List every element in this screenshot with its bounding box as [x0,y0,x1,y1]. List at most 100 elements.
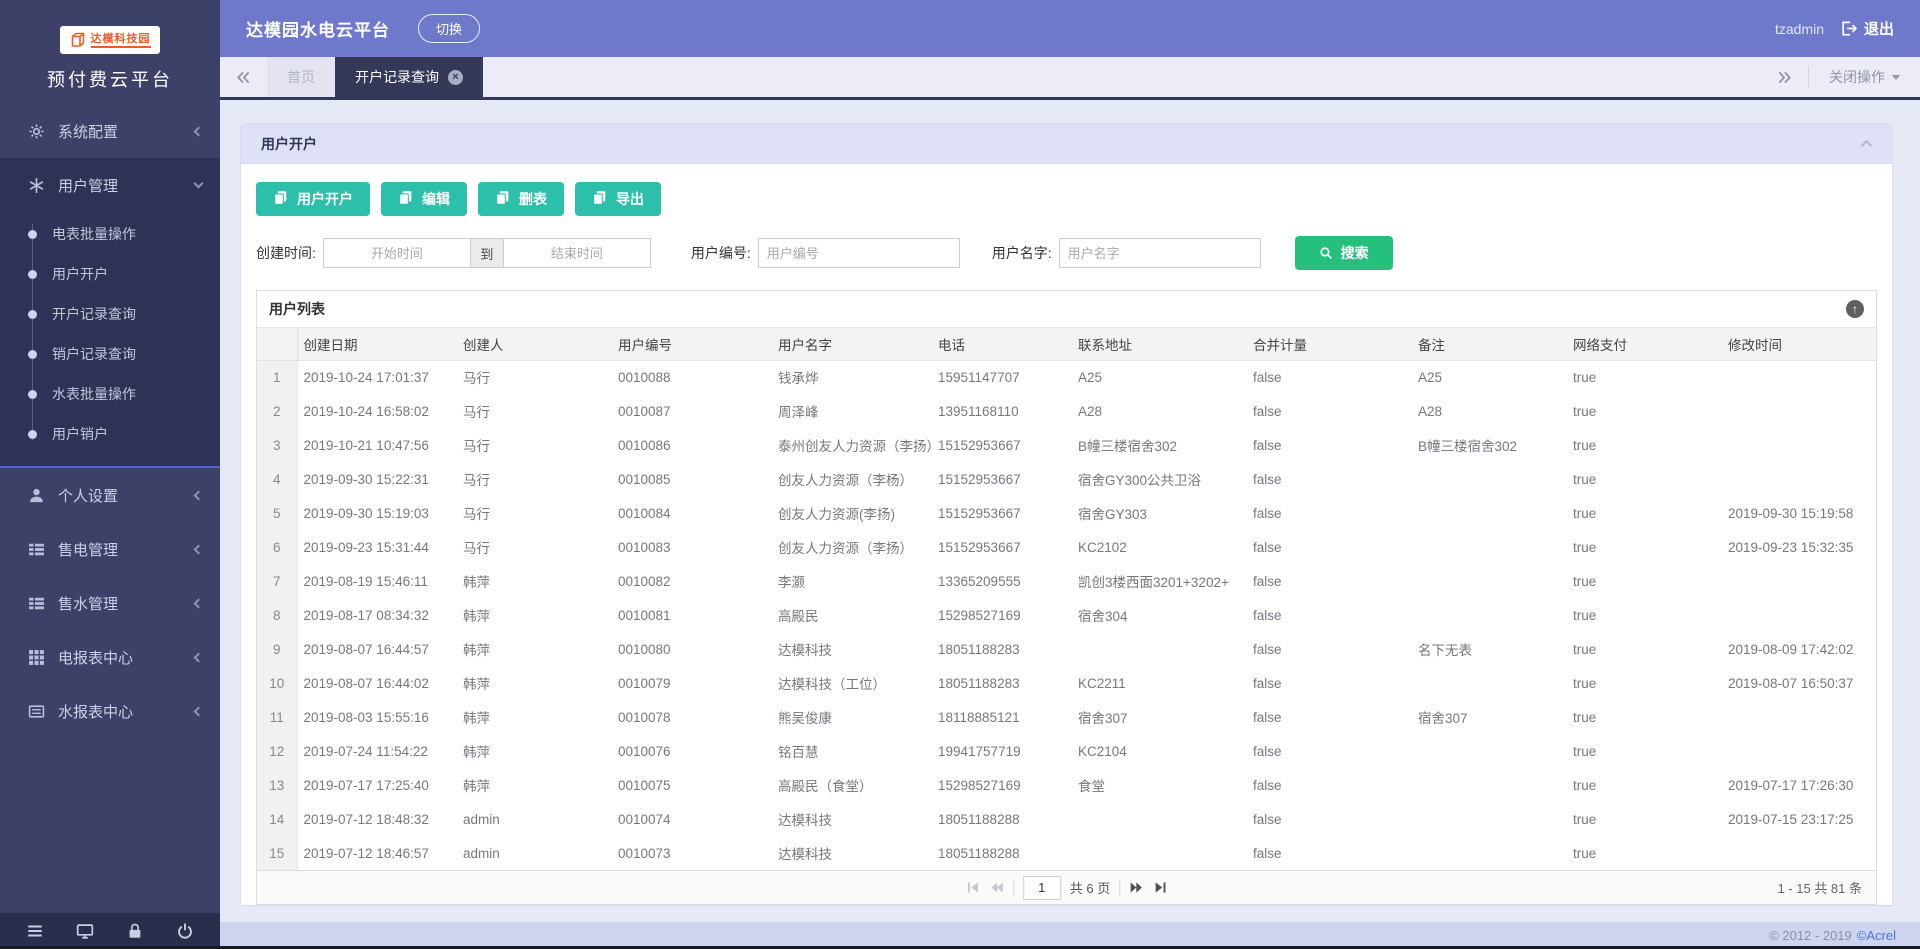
monitor-icon[interactable] [76,922,94,940]
gear-icon [28,123,45,140]
column-header[interactable]: 电话 [932,328,1072,361]
column-header[interactable]: 创建人 [457,328,612,361]
sidebar-item[interactable]: 系统配置 [0,104,220,158]
scroll-tabs-left-icon[interactable] [220,57,267,97]
user-name-input[interactable] [1058,238,1261,268]
last-page-icon[interactable] [1153,880,1168,895]
next-page-icon[interactable] [1129,880,1144,895]
toolbar-button[interactable]: 导出 [575,182,661,216]
table-row[interactable]: 1 2019-10-24 17:01:37 马行 0010088 钱承烨 15951147… [257,360,1876,394]
sidebar-subitem[interactable]: 用户销户 [0,414,220,454]
table-cell [1722,360,1876,394]
column-header[interactable]: 备注 [1412,328,1567,361]
created-time-label: 创建时间: [256,245,316,261]
content-area: 用户开户 用户开户编辑删表导出 创建时间: 到 用户编号: 用户名字: [220,100,1920,922]
table-row[interactable]: 13 2019-07-17 17:25:40 韩萍 0010075 高殿民（食堂） 152… [257,768,1876,802]
column-header[interactable]: 合并计量 [1247,328,1412,361]
sidebar-subitem[interactable]: 电表批量操作 [0,214,220,254]
column-header[interactable]: 联系地址 [1072,328,1247,361]
table-cell [1412,462,1567,496]
sidebar-item[interactable]: 个人设置 [0,468,220,522]
table-row[interactable]: 4 2019-09-30 15:22:31 马行 0010085 创友人力资源（李杨） 1… [257,462,1876,496]
switch-button[interactable]: 切换 [418,14,481,43]
toolbar-button[interactable]: 编辑 [381,182,467,216]
table-cell: KC2102 [1078,539,1127,555]
table-row[interactable]: 15 2019-07-12 18:46:57 admin 0010073 达模科技 180… [257,836,1876,870]
table-cell: 0010087 [618,403,671,419]
table-cell [1412,598,1567,632]
table-cell: false [1253,811,1282,827]
column-header[interactable]: 用户编号 [612,328,772,361]
table-cell: true [1573,369,1597,385]
table-row[interactable]: 6 2019-09-23 15:31:44 马行 0010083 创友人力资源（李扬） 1… [257,530,1876,564]
user-no-input[interactable] [757,238,960,268]
table-cell: 宿舍307 [1078,711,1128,726]
lock-icon[interactable] [126,922,144,940]
sidebar-subitem[interactable]: 水表批量操作 [0,374,220,414]
table-row[interactable]: 12 2019-07-24 11:54:22 韩萍 0010076 铭百慧 1994175… [257,734,1876,768]
table-cell: 15152953667 [938,505,1021,521]
tab[interactable]: 开户记录查询 × [335,57,483,97]
panel-title: 用户开户 [261,135,317,152]
end-time-input[interactable] [502,238,651,268]
table-cell: 韩萍 [463,711,490,726]
toolbar-button[interactable]: 删表 [478,182,564,216]
table-cell [1072,802,1247,836]
sidebar-subitem[interactable]: 销户记录查询 [0,334,220,374]
table-cell: 19941757719 [938,743,1021,759]
hamburger-menu-icon[interactable] [26,922,44,940]
table-row[interactable]: 3 2019-10-21 10:47:56 马行 0010086 泰州创友人力资源（李扬… [257,428,1876,462]
table-row[interactable]: 7 2019-08-19 15:46:11 韩萍 0010082 李灏 133652095… [257,564,1876,598]
logout-button[interactable]: 退出 [1864,18,1894,39]
column-header[interactable]: 创建日期 [297,328,457,361]
table-cell: 2019-08-19 15:46:11 [303,573,428,589]
table-cell: 0010075 [618,777,671,793]
logo-text: 达模科技园 [90,33,151,48]
sidebar-item[interactable]: 水报表中心 [0,684,220,738]
total-pages-label: 共 6 页 [1069,881,1111,896]
table-row[interactable]: 8 2019-08-17 08:34:32 韩萍 0010081 高殿民 15298527… [257,598,1876,632]
table-cell: A25 [1078,369,1103,385]
table-cell: 0010084 [618,505,671,521]
sidebar-subitem[interactable]: 开户记录查询 [0,294,220,334]
row-index: 2 [257,394,298,428]
power-icon[interactable] [176,922,194,940]
tab-close-icon[interactable]: × [448,69,463,85]
tabbar-spacer [483,57,1761,97]
first-page-icon[interactable] [965,880,980,895]
sidebar-item-label: 售电管理 [58,541,119,559]
chevron-left-icon [193,490,204,500]
table-row[interactable]: 10 2019-08-07 16:44:02 韩萍 0010079 达模科技（工位） 18… [257,666,1876,700]
prev-page-icon[interactable] [989,880,1004,895]
column-header[interactable]: 网络支付 [1567,328,1722,361]
table-row[interactable]: 9 2019-08-07 16:44:57 韩萍 0010080 达模科技 1805118… [257,632,1876,666]
row-index: 6 [257,530,298,564]
table-row[interactable]: 5 2019-09-30 15:19:03 马行 0010084 创友人力资源(李扬) 1… [257,496,1876,530]
toolbar-button-label: 编辑 [422,191,450,207]
sidebar-item[interactable]: 电报表中心 [0,630,220,684]
close-operations-dropdown[interactable]: 关闭操作 [1809,57,1920,97]
column-header[interactable]: 修改时间 [1722,328,1876,361]
table-row[interactable]: 11 2019-08-03 15:55:16 韩萍 0010078 熊吴俊康 181188… [257,700,1876,734]
table-cell: 韩萍 [463,609,490,624]
logout-icon[interactable] [1840,20,1857,37]
scroll-tabs-right-icon[interactable] [1761,57,1808,97]
table-row[interactable]: 2 2019-10-24 16:58:02 马行 0010087 周泽峰 13951168… [257,394,1876,428]
table-row[interactable]: 14 2019-07-12 18:48:32 admin 0010074 达模科技 180… [257,802,1876,836]
search-button[interactable]: 搜索 [1294,236,1393,270]
table-header-row: 创建日期 创建人 用户编号 用户名字 电话 联系地址 合并计量 备注 网络支付 修改时间 [257,328,1876,361]
sidebar-item[interactable]: 用户管理 [0,158,220,212]
toolbar-button[interactable]: 用户开户 [256,182,370,216]
sidebar-subitem[interactable]: 用户开户 [0,254,220,294]
table-cell: 13951168110 [938,403,1019,419]
sidebar-item[interactable]: 售水管理 [0,576,220,630]
sidebar-item[interactable]: 售电管理 [0,522,220,576]
scroll-top-icon[interactable]: ↑ [1846,300,1864,318]
collapse-panel-icon[interactable] [1860,139,1873,151]
page-number-input[interactable] [1022,875,1061,900]
column-header[interactable]: 用户名字 [772,328,932,361]
start-time-input[interactable] [322,238,471,268]
tab[interactable]: 首页 [267,57,335,97]
acrel-link[interactable]: ©Acrel [1857,928,1896,943]
row-index: 7 [257,564,298,598]
